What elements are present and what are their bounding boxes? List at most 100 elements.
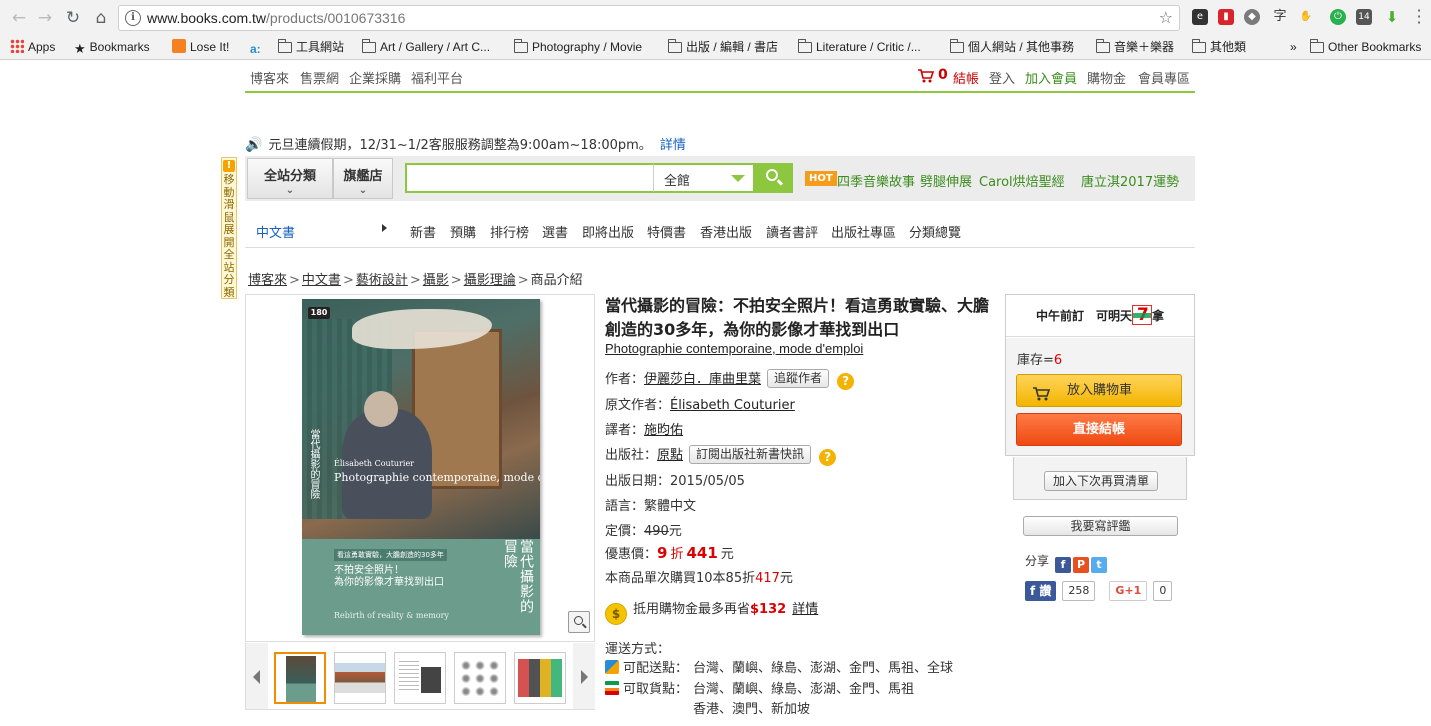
zoom-button[interactable] [568, 611, 590, 633]
twitter-icon[interactable]: t [1091, 557, 1108, 573]
topnav-welfare[interactable]: 福利平台 [411, 68, 463, 87]
breadcrumb-separator: > [342, 273, 354, 288]
add-to-cart-button[interactable]: 放入購物車 [1016, 374, 1182, 407]
catnav-sale[interactable]: 特價書 [647, 222, 686, 241]
topnav-books[interactable]: 博客來 [250, 68, 289, 87]
hot-link-stretch[interactable]: 劈腿伸展 [920, 171, 972, 190]
reload-icon[interactable]: ↻ [62, 7, 84, 29]
topnav-enterprise[interactable]: 企業採購 [349, 68, 401, 87]
google-plus-button[interactable]: G+1 [1109, 581, 1148, 601]
category-current[interactable]: 中文書 [256, 222, 295, 241]
breadcrumb-chinese-books[interactable]: 中文書 [302, 273, 341, 288]
topnav-member[interactable]: 會員專區 [1138, 68, 1190, 87]
all-categories-button[interactable]: 全站分類 ⌄ [247, 158, 333, 199]
extension-evernote-icon[interactable]: e [1192, 9, 1208, 25]
extension-hand-icon[interactable]: ✋ [1298, 9, 1314, 25]
bookmark-loseit[interactable]: Lose It! [172, 39, 229, 55]
publisher-link[interactable]: 原點 [657, 448, 683, 463]
bookmark-apps[interactable]: Apps [10, 39, 55, 55]
book-cover-image[interactable]: 180 當代攝影的冒險 Élisabeth Couturier Photogra… [302, 299, 540, 635]
translator-row: 譯者：施昀佑 [605, 419, 683, 438]
breadcrumb-home[interactable]: 博客來 [248, 273, 287, 288]
catnav-publishers[interactable]: 出版社專區 [831, 222, 896, 241]
bookmark-folder-photography[interactable]: Photography / Movie [513, 39, 642, 55]
notice-details-link[interactable]: 詳情 [660, 138, 686, 153]
home-icon[interactable]: ⌂ [90, 7, 112, 29]
bookmark-star-icon[interactable]: ☆ [1159, 8, 1173, 27]
bookmark-folder-tools[interactable]: 工具網站 [277, 39, 344, 55]
translator-link[interactable]: 施昀佑 [644, 423, 683, 438]
thumbnail-page-1[interactable] [394, 652, 446, 704]
facebook-like-button[interactable]: f 讚 [1025, 581, 1057, 601]
cart-icon[interactable] [918, 69, 935, 83]
catnav-reviews[interactable]: 讀者書評 [766, 222, 818, 241]
topnav-credit[interactable]: 購物金 [1087, 68, 1126, 87]
bookmark-other-bookmarks[interactable]: Other Bookmarks [1309, 39, 1421, 55]
search-button[interactable] [753, 163, 793, 193]
thumbnail-page-2[interactable] [454, 652, 506, 704]
original-title-link[interactable]: Photographie contemporaine, mode d'emplo… [605, 341, 863, 356]
buy-now-button[interactable]: 直接結帳 [1016, 413, 1182, 446]
hot-link-music[interactable]: 四季音樂故事 [837, 171, 915, 190]
bookmark-bookmarks[interactable]: ★ Bookmarks [74, 39, 150, 56]
follow-author-button[interactable]: 追蹤作者 [767, 369, 830, 388]
catnav-overview[interactable]: 分類總覽 [909, 222, 961, 241]
catnav-ranking[interactable]: 排行榜 [490, 222, 529, 241]
extension-character-icon[interactable]: 字 [1272, 9, 1288, 25]
deliver-row: 可配送點： 台灣、蘭嶼、綠島、澎湖、金門、馬祖、全球 [605, 657, 953, 676]
bookmark-folder-other[interactable]: 其他類 [1191, 39, 1246, 55]
extension-download-icon[interactable]: ⬇ [1384, 9, 1400, 25]
back-arrow-icon[interactable]: ← [8, 7, 30, 29]
breadcrumb-art-design[interactable]: 藝術設計 [356, 273, 408, 288]
more-bookmarks-chevron[interactable]: » [1290, 39, 1297, 55]
extension-calendar-icon[interactable]: 14 [1356, 9, 1372, 25]
bookmark-folder-literature[interactable]: Literature / Critic /... [797, 39, 921, 55]
bookmark-folder-personal[interactable]: 個人網站 / 其他事務 [949, 39, 1074, 55]
breadcrumb-photo-theory[interactable]: 攝影理論 [464, 273, 516, 288]
facebook-icon[interactable]: f [1055, 557, 1072, 573]
flagship-button[interactable]: 旗艦店 ⌄ [333, 158, 393, 199]
thumbnail-city[interactable] [334, 652, 386, 704]
catnav-hongkong[interactable]: 香港出版 [700, 222, 752, 241]
topnav-join[interactable]: 加入會員 [1025, 68, 1077, 87]
bookmark-folder-publishing[interactable]: 出版 / 編輯 / 書店 [667, 39, 778, 55]
caret-right-icon[interactable] [382, 224, 387, 232]
cart-count[interactable]: 0 [938, 67, 948, 83]
side-category-tab[interactable]: ! 移動滑鼠展開全站分類 [221, 157, 237, 299]
browser-menu-icon[interactable]: · · · [1415, 3, 1423, 31]
extension-power-icon[interactable]: ⏻ [1330, 9, 1346, 25]
topnav-tickets[interactable]: 售票網 [300, 68, 339, 87]
topnav-login[interactable]: 登入 [989, 68, 1015, 87]
search-input[interactable] [405, 163, 653, 193]
credit-details-link[interactable]: 詳情 [792, 602, 818, 617]
forward-arrow-icon[interactable]: → [34, 7, 56, 29]
thumbnail-page-3[interactable] [514, 652, 566, 704]
bookmark-folder-music[interactable]: 音樂＋樂器 [1095, 39, 1174, 55]
thumbnail-cover[interactable] [274, 652, 326, 704]
catnav-upcoming[interactable]: 即將出版 [582, 222, 634, 241]
catnav-picks[interactable]: 選書 [542, 222, 568, 241]
bookmark-folder-art[interactable]: Art / Gallery / Art C... [361, 39, 490, 55]
hot-link-horoscope[interactable]: 唐立淇2017運勢 [1081, 171, 1179, 190]
breadcrumb-photography[interactable]: 攝影 [423, 273, 449, 288]
help-icon[interactable]: ? [819, 449, 837, 466]
catnav-new[interactable]: 新書 [410, 222, 436, 241]
hot-link-baking[interactable]: Carol烘焙聖經 [979, 171, 1065, 190]
subscribe-publisher-button[interactable]: 訂閱出版社新書快訊 [689, 445, 812, 464]
thumbs-next-button[interactable] [573, 643, 595, 709]
search-scope-select[interactable]: 全館 [653, 163, 753, 193]
extension-gray-icon[interactable]: ◆ [1244, 9, 1260, 25]
catnav-preorder[interactable]: 預購 [450, 222, 476, 241]
author-link[interactable]: 伊麗莎白．庫曲里葉 [644, 372, 761, 387]
site-info-icon[interactable]: i [125, 10, 141, 26]
topnav-checkout[interactable]: 結帳 [953, 68, 979, 87]
thumbs-prev-button[interactable] [246, 643, 268, 709]
extension-red-book-icon[interactable]: ▮ [1218, 9, 1234, 25]
add-to-wishlist-button[interactable]: 加入下次再買清單 [1044, 471, 1158, 491]
address-bar[interactable]: i www.books.com.tw/products/0010673316 ☆ [118, 5, 1180, 31]
plurk-icon[interactable]: P [1073, 557, 1090, 573]
help-icon[interactable]: ? [837, 373, 855, 390]
write-review-button[interactable]: 我要寫評鑑 [1023, 516, 1178, 536]
bookmark-ai[interactable]: a: [250, 39, 265, 56]
orig-author-link[interactable]: Élisabeth Couturier [670, 398, 795, 413]
